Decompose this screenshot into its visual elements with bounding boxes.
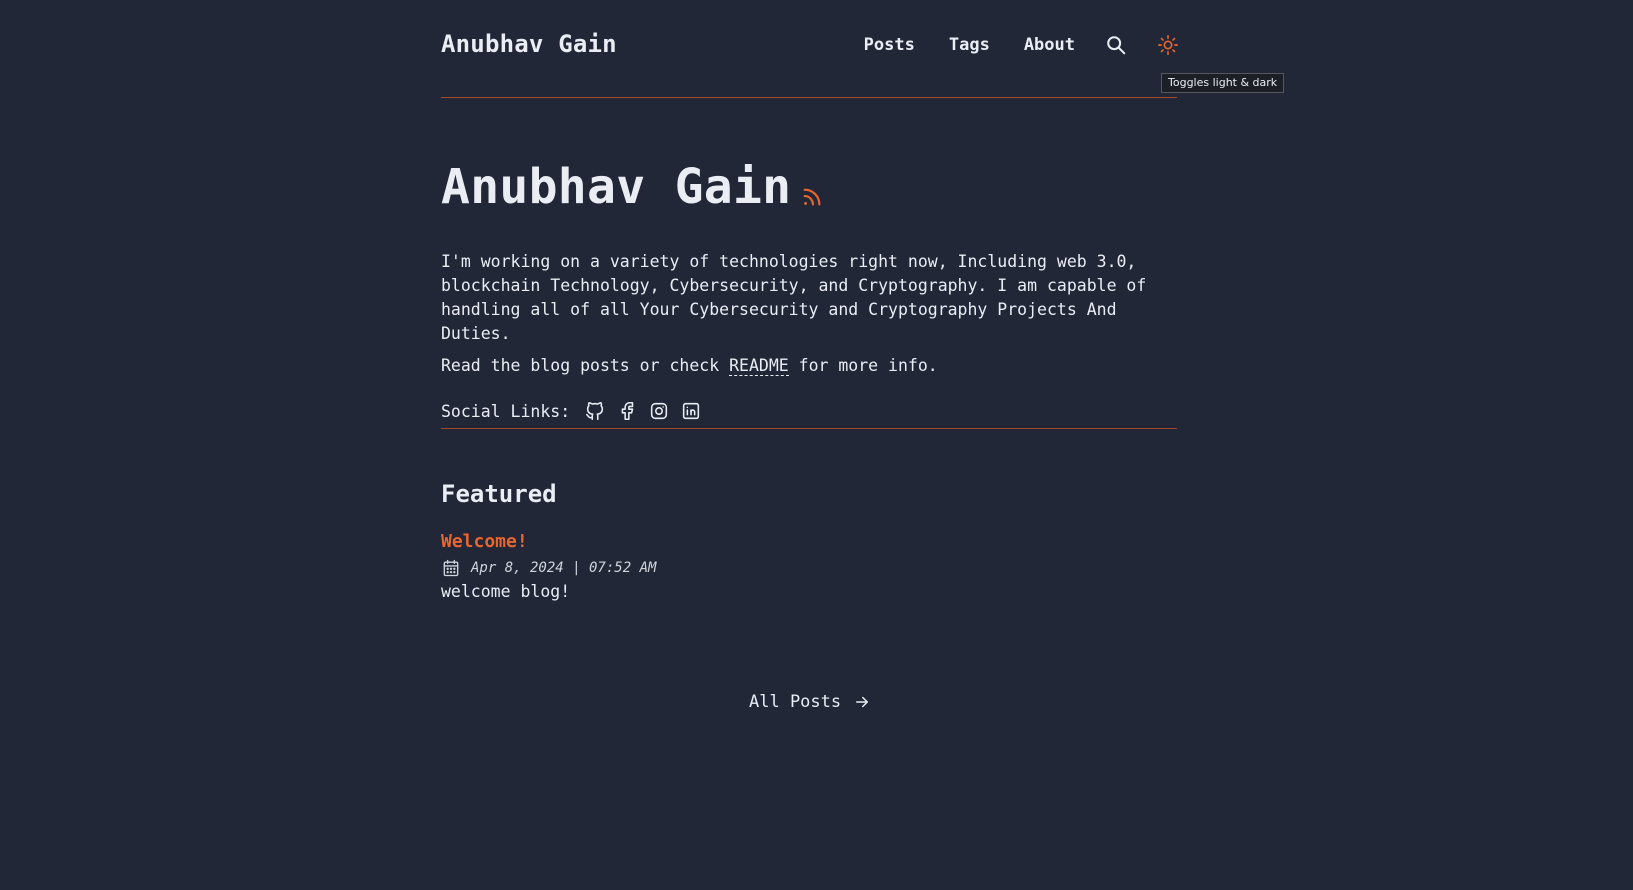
- instagram-link[interactable]: [646, 398, 672, 424]
- post-date: Apr 8, 2024 | 07:52 AM: [471, 560, 657, 576]
- instagram-icon: [651, 402, 668, 420]
- site-header: Anubhav Gain Posts Tags About: [441, 0, 1178, 98]
- readme-prefix-text: Read the blog posts or check: [441, 356, 730, 375]
- rss-feed-link[interactable]: [801, 186, 823, 212]
- social-links: Social Links:: [441, 398, 1177, 424]
- hero-title-row: Anubhav Gain: [441, 150, 1177, 224]
- page: Anubhav Gain Posts Tags About Toggles li…: [0, 0, 1633, 890]
- all-posts-label: All Posts: [749, 692, 842, 712]
- rss-icon: [803, 188, 821, 206]
- featured-heading: Featured: [441, 480, 557, 508]
- social-links-label: Social Links:: [441, 401, 571, 421]
- featured-section: Featured Welcome! Apr 8, 2024 | 07:52 AM…: [441, 474, 1177, 604]
- search-icon: [1107, 36, 1126, 55]
- post-meta: Apr 8, 2024 | 07:52 AM: [441, 558, 1177, 578]
- facebook-link[interactable]: [614, 398, 640, 424]
- post-title-link[interactable]: Welcome!: [441, 530, 1177, 554]
- facebook-icon: [621, 401, 634, 421]
- featured-post-item: Welcome! Apr 8, 2024 | 07:52 AM welcome …: [441, 530, 1177, 604]
- site-title-link[interactable]: Anubhav Gain: [441, 30, 617, 58]
- nav-posts-link[interactable]: Posts: [864, 30, 915, 60]
- github-link[interactable]: [582, 398, 608, 424]
- hero-title: Anubhav Gain: [441, 159, 792, 215]
- github-icon: [586, 402, 604, 421]
- arrow-right-icon: [853, 693, 871, 711]
- search-button[interactable]: [1101, 30, 1131, 60]
- hero-readme-line: Read the blog posts or check README for …: [441, 354, 1177, 378]
- main-nav: Posts Tags About: [864, 30, 1178, 60]
- linkedin-link[interactable]: [678, 398, 704, 424]
- all-posts-link[interactable]: All Posts: [749, 690, 871, 714]
- linkedin-icon: [683, 402, 700, 420]
- hero-description: I'm working on a variety of technologies…: [441, 252, 1147, 343]
- readme-link[interactable]: README: [729, 356, 789, 376]
- post-description: welcome blog!: [441, 582, 571, 601]
- sun-icon: [1158, 35, 1178, 55]
- calendar-icon: [441, 558, 461, 578]
- theme-toggle-button[interactable]: [1153, 30, 1183, 60]
- nav-about-link[interactable]: About: [1024, 30, 1075, 60]
- hero-section: Anubhav Gain I'm working on a variety of…: [441, 150, 1177, 429]
- readme-suffix-text: for more info.: [788, 356, 938, 375]
- nav-tags-link[interactable]: Tags: [949, 30, 990, 60]
- theme-tooltip: Toggles light & dark: [1161, 73, 1285, 93]
